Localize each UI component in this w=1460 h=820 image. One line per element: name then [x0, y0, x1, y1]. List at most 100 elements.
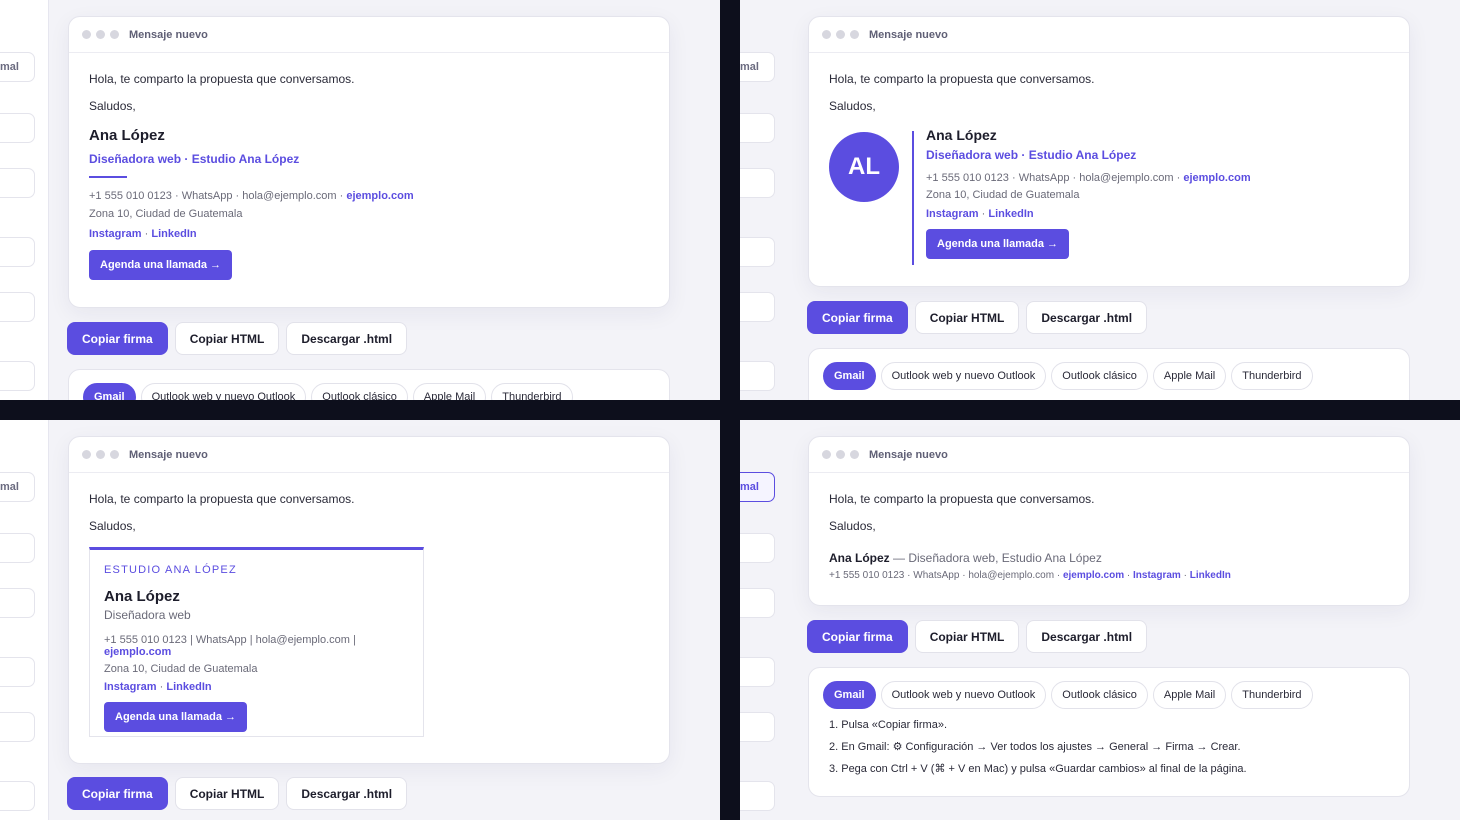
email-greeting: Hola, te comparto la propuesta que conve… — [829, 492, 1095, 506]
linkedin-link[interactable]: LinkedIn — [1190, 570, 1231, 581]
instagram-link[interactable]: Instagram — [89, 228, 142, 240]
instagram-link[interactable]: Instagram — [104, 681, 157, 693]
template-chip[interactable] — [740, 361, 775, 391]
client-instructions-panel: Gmail Outlook web y nuevo Outlook Outloo… — [808, 348, 1410, 400]
template-chip[interactable] — [740, 781, 775, 811]
copy-signature-button[interactable]: Copiar firma — [807, 620, 908, 653]
template-chip[interactable] — [0, 657, 35, 687]
template-chip[interactable]: mal — [0, 472, 35, 502]
signature-email[interactable]: hola@ejemplo.com — [1079, 172, 1173, 184]
signature-email[interactable]: hola@ejemplo.com — [968, 570, 1054, 581]
tab-thunderbird[interactable]: Thunderbird — [1231, 681, 1313, 709]
signature-website-link[interactable]: ejemplo.com — [104, 646, 171, 658]
tab-apple-mail[interactable]: Apple Mail — [1152, 362, 1227, 390]
template-chip[interactable] — [0, 533, 35, 563]
template-chip[interactable] — [740, 588, 775, 618]
instagram-link[interactable]: Instagram — [926, 208, 979, 220]
schedule-call-button[interactable]: Agenda una llamada → — [89, 250, 233, 281]
download-html-button[interactable]: Descargar .html — [286, 322, 408, 355]
signature-card: ESTUDIO ANA LÓPEZ Ana López Diseñadora w… — [89, 547, 424, 738]
template-chip[interactable] — [0, 712, 35, 742]
email-compose-window: Mensaje nuevo Hola, te comparto la propu… — [808, 436, 1410, 606]
window-dot-icon — [82, 450, 91, 459]
email-greeting: Hola, te comparto la propuesta que conve… — [89, 492, 355, 506]
signature-contact-line: +1 555 010 0123 · WhatsApp · hola@ejempl… — [926, 172, 1251, 185]
template-chip[interactable] — [740, 292, 775, 322]
template-chip-selected[interactable]: mal — [740, 472, 775, 502]
copy-html-button[interactable]: Copiar HTML — [914, 301, 1020, 334]
download-html-button[interactable]: Descargar .html — [1026, 620, 1148, 653]
template-chip[interactable] — [740, 712, 775, 742]
instruction-steps: 1. Pulsa «Copiar firma». 2. En Gmail: ⚙ … — [809, 709, 1409, 775]
signature-website-link[interactable]: ejemplo.com — [1063, 570, 1124, 581]
template-chip[interactable] — [740, 113, 775, 143]
schedule-call-button[interactable]: Agenda una llamada → — [926, 229, 1070, 260]
copy-html-button[interactable]: Copiar HTML — [174, 777, 280, 810]
copy-signature-button[interactable]: Copiar firma — [807, 301, 908, 334]
download-html-button[interactable]: Descargar .html — [1026, 301, 1148, 334]
tab-apple-mail[interactable]: Apple Mail — [412, 383, 487, 400]
template-chip[interactable] — [740, 168, 775, 198]
tab-gmail[interactable]: Gmail — [823, 681, 876, 709]
tab-thunderbird[interactable]: Thunderbird — [1231, 362, 1313, 390]
signature-whatsapp[interactable]: WhatsApp — [1019, 172, 1070, 184]
template-chip[interactable]: mal — [740, 52, 775, 82]
signature-name: Ana López — [89, 127, 165, 145]
signature-whatsapp[interactable]: WhatsApp — [182, 190, 233, 202]
template-chip[interactable] — [740, 657, 775, 687]
linkedin-link[interactable]: LinkedIn — [988, 208, 1033, 220]
tab-outlook-web[interactable]: Outlook web y nuevo Outlook — [140, 383, 307, 400]
copy-signature-button[interactable]: Copiar firma — [67, 322, 168, 355]
template-chip[interactable] — [0, 113, 35, 143]
schedule-call-button[interactable]: Agenda una llamada → — [104, 702, 248, 733]
template-chip[interactable] — [0, 588, 35, 618]
copy-html-button[interactable]: Copiar HTML — [914, 620, 1020, 653]
template-chip[interactable] — [0, 168, 35, 198]
copy-signature-button[interactable]: Copiar firma — [67, 777, 168, 810]
tab-outlook-classic[interactable]: Outlook clásico — [1051, 681, 1148, 709]
template-chip[interactable] — [0, 237, 35, 267]
linkedin-link[interactable]: LinkedIn — [166, 681, 211, 693]
download-html-button[interactable]: Descargar .html — [286, 777, 408, 810]
tab-gmail[interactable]: Gmail — [83, 383, 136, 400]
signature-address: Zona 10, Ciudad de Guatemala — [926, 189, 1080, 202]
template-chip[interactable] — [740, 237, 775, 267]
tab-outlook-web[interactable]: Outlook web y nuevo Outlook — [880, 681, 1047, 709]
instagram-link[interactable]: Instagram — [1133, 570, 1181, 581]
linkedin-link[interactable]: LinkedIn — [151, 228, 196, 240]
template-sidebar: mal — [740, 0, 775, 400]
email-closing: Saludos, — [829, 519, 876, 534]
action-bar: Copiar firma Copiar HTML Descargar .html — [807, 620, 1148, 653]
template-chip[interactable] — [0, 781, 35, 811]
signature-website-link[interactable]: ejemplo.com — [1183, 172, 1250, 184]
signature-website-link[interactable]: ejemplo.com — [346, 190, 413, 202]
tab-apple-mail[interactable]: Apple Mail — [1152, 681, 1227, 709]
template-chip[interactable] — [0, 361, 35, 391]
template-sidebar: mal — [740, 420, 775, 820]
tab-outlook-web[interactable]: Outlook web y nuevo Outlook — [880, 362, 1047, 390]
template-chip[interactable]: mal — [0, 52, 35, 82]
template-sidebar: mal — [0, 420, 49, 820]
signature-whatsapp[interactable]: WhatsApp — [196, 634, 247, 646]
instruction-step: 2. En Gmail: ⚙ Configuración → Ver todos… — [829, 741, 1241, 753]
tab-gmail[interactable]: Gmail — [823, 362, 876, 390]
copy-html-button[interactable]: Copiar HTML — [174, 322, 280, 355]
signature-email[interactable]: hola@ejemplo.com — [256, 634, 350, 646]
action-bar: Copiar firma Copiar HTML Descargar .html — [67, 322, 408, 355]
signature-email[interactable]: hola@ejemplo.com — [242, 190, 336, 202]
template-chip[interactable] — [740, 533, 775, 563]
tab-outlook-classic[interactable]: Outlook clásico — [311, 383, 408, 400]
window-title: Mensaje nuevo — [869, 29, 948, 41]
email-closing: Saludos, — [89, 519, 136, 534]
template-chip[interactable] — [0, 292, 35, 322]
signature-whatsapp[interactable]: WhatsApp — [913, 570, 959, 581]
window-header: Mensaje nuevo — [809, 17, 1409, 53]
signature-studio: ESTUDIO ANA LÓPEZ — [104, 564, 237, 577]
tab-outlook-classic[interactable]: Outlook clásico — [1051, 362, 1148, 390]
signature-preview-classic: mal Mensaje nuevo Hola, te comparto la p… — [0, 0, 720, 400]
instruction-step: 3. Pega con Ctrl + V (⌘ + V en Mac) y pu… — [829, 763, 1247, 775]
signature-address: Zona 10, Ciudad de Guatemala — [89, 208, 243, 221]
tab-thunderbird[interactable]: Thunderbird — [491, 383, 573, 400]
window-title: Mensaje nuevo — [129, 449, 208, 461]
email-greeting: Hola, te comparto la propuesta que conve… — [89, 72, 355, 86]
